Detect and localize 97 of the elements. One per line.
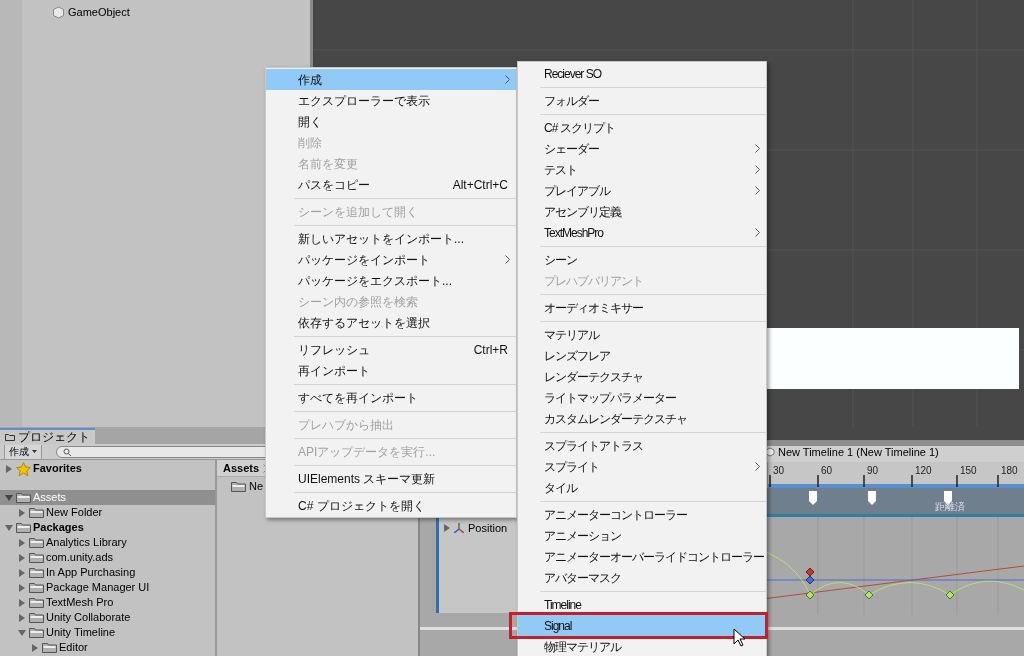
menu-item[interactable]: シェーダー	[518, 138, 766, 159]
menu-item[interactable]: Signal	[518, 615, 766, 636]
menu-item[interactable]: カスタムレンダーテクスチャ	[518, 408, 766, 429]
menu-item[interactable]: ライトマップパラメーター	[518, 387, 766, 408]
create-dropdown[interactable]: 作成	[4, 444, 42, 459]
folder-icon	[29, 552, 44, 563]
star-icon	[16, 461, 31, 476]
menu-item[interactable]: パッケージをエクスポート...	[266, 270, 516, 291]
ruler-label: 60	[821, 464, 833, 478]
project-tab[interactable]: プロジェクト	[0, 428, 95, 444]
menu-item[interactable]: アニメーターコントローラー	[518, 504, 766, 525]
folder-icon	[5, 433, 15, 441]
track-label: 距離済	[935, 500, 965, 514]
menu-item[interactable]: 作成	[266, 69, 516, 90]
tree-item[interactable]: Analytics Library	[0, 535, 215, 550]
menu-item[interactable]: アセンブリ定義	[518, 201, 766, 222]
menu-item[interactable]: プレイアブル	[518, 180, 766, 201]
expand-arrow-icon[interactable]	[17, 583, 27, 592]
expand-arrow-icon[interactable]	[17, 598, 27, 607]
pointer-icon	[733, 628, 746, 647]
menu-item[interactable]: Timeline	[518, 594, 766, 615]
tree-item[interactable]: TextMesh Pro	[0, 595, 215, 610]
ruler-label: 90	[867, 464, 879, 478]
menu-item[interactable]: TextMeshPro	[518, 222, 766, 243]
menu-item[interactable]: C# プロジェクトを開く	[266, 495, 516, 516]
folder-icon	[29, 507, 44, 518]
folder-icon	[16, 492, 31, 503]
search-icon	[63, 447, 71, 456]
expand-arrow-icon[interactable]	[17, 553, 27, 562]
folder-icon	[231, 481, 246, 492]
tree-item[interactable]: Unity Collaborate	[0, 610, 215, 625]
menu-item[interactable]: オーディオミキサー	[518, 297, 766, 318]
tree-item[interactable]: Editor	[0, 640, 215, 655]
ruler-label: 120	[915, 464, 932, 478]
menu-item[interactable]: パッケージをインポート	[266, 249, 516, 270]
folder-icon	[29, 612, 44, 623]
ruler-label: 150	[960, 464, 977, 478]
menu-item[interactable]: テスト	[518, 159, 766, 180]
folder-icon	[29, 627, 44, 638]
expand-arrow-icon[interactable]	[30, 643, 40, 652]
menu-item[interactable]: アニメーターオーバーライドコントローラー	[518, 546, 766, 567]
shortcut-label: Ctrl+R	[473, 341, 509, 359]
menu-item[interactable]: Reciever SO	[518, 63, 766, 84]
collapse-arrow-icon[interactable]	[17, 628, 27, 637]
tree-item[interactable]: Favorites	[0, 461, 215, 476]
breadcrumb[interactable]: Assets	[223, 459, 260, 477]
expand-arrow-icon[interactable]	[17, 568, 27, 577]
menu-item[interactable]: フォルダー	[518, 90, 766, 111]
tree-item[interactable]: In App Purchasing	[0, 565, 215, 580]
folder-icon	[29, 567, 44, 578]
hierarchy-item[interactable]: GameObject	[68, 3, 130, 21]
menu-item[interactable]: リフレッシュ Ctrl+R	[266, 339, 516, 360]
collapse-arrow-icon[interactable]	[4, 523, 14, 532]
cube-icon	[52, 5, 65, 19]
menu-item[interactable]: エクスプローラーで表示	[266, 90, 516, 111]
folder-icon	[29, 597, 44, 608]
folder-icon	[29, 537, 44, 548]
time-ruler[interactable]	[768, 462, 1024, 488]
folder-icon	[29, 582, 44, 593]
file-item[interactable]: Ne	[249, 478, 264, 495]
menu-item[interactable]: アバターマスク	[518, 567, 766, 588]
expand-arrow-icon[interactable]	[4, 464, 14, 473]
folder-icon	[42, 642, 57, 653]
tree-item[interactable]: Packages	[0, 520, 215, 535]
menu-item[interactable]: すべてを再インポート	[266, 387, 516, 408]
menu-item[interactable]: 開く	[266, 111, 516, 132]
menu-item[interactable]: C# スクリプト	[518, 117, 766, 138]
menu-item[interactable]: 物理マテリアル	[518, 636, 766, 656]
axis-icon	[454, 523, 464, 534]
expand-arrow-icon[interactable]	[17, 613, 27, 622]
tree-item[interactable]: com.unity.ads	[0, 550, 215, 565]
menu-item[interactable]: パスをコピー Alt+Ctrl+C	[266, 174, 516, 195]
collapse-arrow-icon[interactable]	[4, 493, 14, 502]
menu-item[interactable]: 再インポート	[266, 360, 516, 381]
menu-item[interactable]: UIElements スキーマ更新	[266, 468, 516, 489]
shortcut-label: Alt+Ctrl+C	[452, 176, 509, 194]
menu-item[interactable]: レンダーテクスチャ	[518, 366, 766, 387]
menu-item[interactable]: タイル	[518, 477, 766, 498]
expand-arrow-icon[interactable]	[17, 508, 27, 517]
caret-icon	[32, 450, 37, 453]
expand-arrow-icon[interactable]	[17, 538, 27, 547]
menu-item[interactable]: 新しいアセットをインポート...	[266, 228, 516, 249]
menu-item[interactable]: 依存するアセットを選択	[266, 312, 516, 333]
menu-item[interactable]: マテリアル	[518, 324, 766, 345]
tree-item[interactable]: Package Manager UI	[0, 580, 215, 595]
tree-item[interactable]: Unity Timeline	[0, 625, 215, 640]
menu-item[interactable]: スプライトアトラス	[518, 435, 766, 456]
ruler-label: 180	[1001, 464, 1018, 478]
menu-item[interactable]: スプライト	[518, 456, 766, 477]
menu-item[interactable]: シーン	[518, 249, 766, 270]
menu-item[interactable]: レンズフレア	[518, 345, 766, 366]
ruler-label: 30	[773, 464, 785, 478]
property-label: Position	[468, 521, 508, 536]
expand-arrow-icon[interactable]	[444, 524, 450, 533]
tree-item[interactable]: New Folder	[0, 505, 215, 520]
menu-item[interactable]: アニメーション	[518, 525, 766, 546]
folder-icon	[16, 522, 31, 533]
